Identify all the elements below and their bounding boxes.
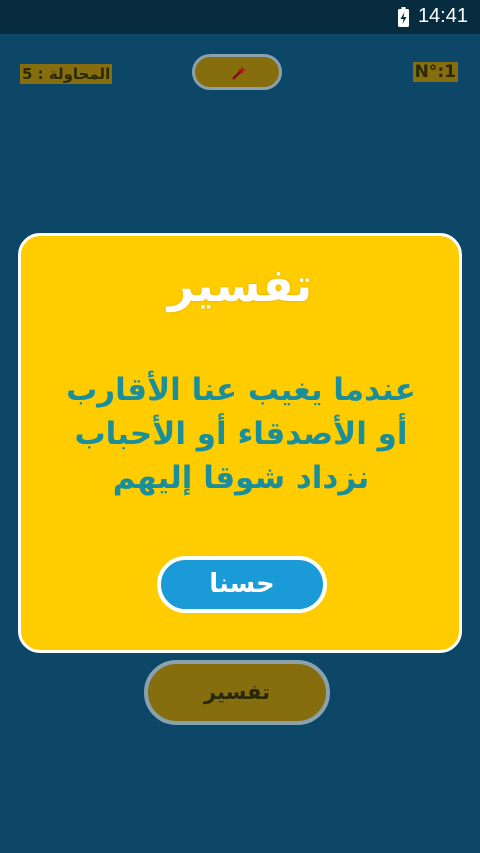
status-bar: 14:41 [0,0,480,34]
status-time: 14:41 [417,5,468,27]
dialog-body-text: عندما يغيب عنا الأقارب أو الأصدقاء أو ال… [66,372,416,496]
dialog-title: تفسير [167,258,313,312]
ok-button[interactable]: حسنا [157,556,327,613]
battery-charging-icon [398,7,409,27]
explanation-dialog: تفسير عندما يغيب عنا الأقارب أو الأصدقاء… [18,233,462,653]
